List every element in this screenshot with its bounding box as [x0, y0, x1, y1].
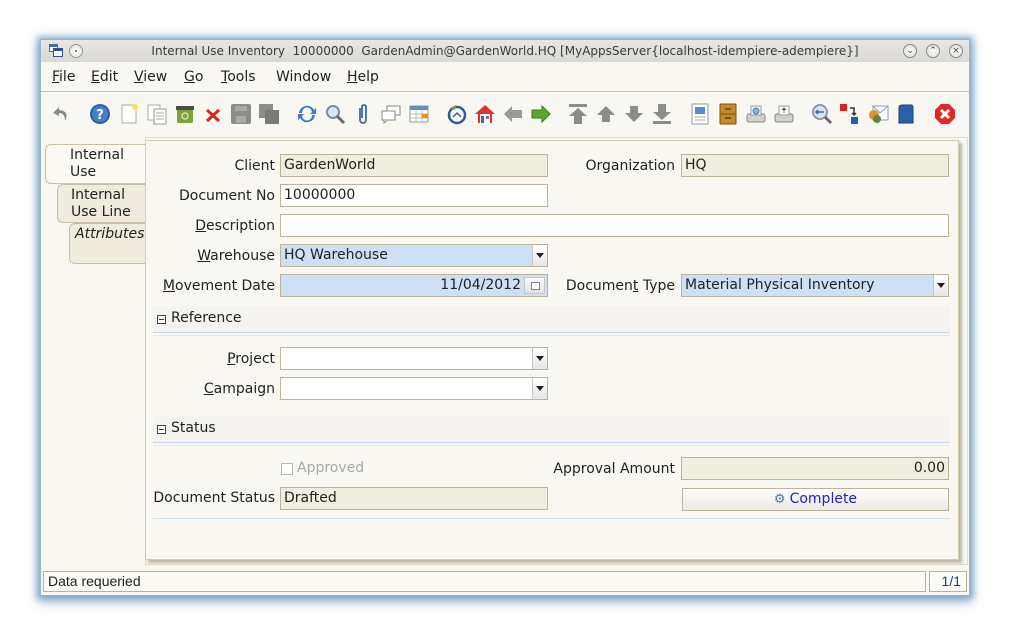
chevron-down-icon[interactable]	[532, 348, 547, 369]
find-icon[interactable]	[323, 102, 347, 126]
document-no-label: Document No	[178, 188, 275, 204]
menu-help[interactable]: Help	[347, 69, 379, 85]
app-window: Internal Use Inventory 10000000 GardenAd…	[40, 39, 970, 596]
print-preview-icon[interactable]	[744, 102, 768, 126]
approval-amount-label: Approval Amount	[553, 461, 675, 477]
gear-icon: ⚙	[773, 492, 786, 507]
movement-date-field[interactable]: 11/04/2012	[280, 274, 548, 297]
status-separator	[153, 518, 950, 519]
campaign-select[interactable]	[280, 377, 548, 400]
last-record-icon[interactable]	[650, 102, 674, 126]
menu-view[interactable]: View	[134, 69, 167, 85]
document-no-field[interactable]: 10000000	[280, 184, 548, 207]
window-title: Internal Use Inventory 10000000 GardenAd…	[151, 44, 859, 58]
workflow-icon[interactable]	[838, 102, 862, 126]
report-icon[interactable]	[688, 102, 712, 126]
toolbar: ?	[41, 93, 969, 137]
title-bar: Internal Use Inventory 10000000 GardenAd…	[41, 40, 969, 62]
record-count[interactable]: 1/1	[929, 571, 967, 592]
tab-internal-use-line[interactable]: Internal Use Line	[57, 184, 146, 223]
copy-record-icon[interactable]	[145, 102, 169, 126]
attachment-icon[interactable]	[351, 102, 375, 126]
close-button[interactable]: ×	[949, 44, 963, 58]
status-section-header[interactable]: Status	[153, 416, 950, 446]
chat-icon[interactable]	[379, 102, 403, 126]
maximize-button[interactable]: ⌃	[926, 44, 940, 58]
save-icon[interactable]	[229, 102, 253, 126]
reference-section-header[interactable]: Reference	[153, 306, 950, 336]
document-status-label: Document Status	[153, 490, 275, 506]
warehouse-select[interactable]: HQ Warehouse	[280, 244, 548, 267]
first-record-icon[interactable]	[566, 102, 590, 126]
approved-label: Approved	[297, 460, 365, 476]
history-icon[interactable]	[445, 102, 469, 126]
parent-record-icon[interactable]	[594, 102, 618, 126]
minimize-button[interactable]: ⌄	[903, 44, 917, 58]
calendar-icon[interactable]	[524, 277, 545, 294]
menu-edit[interactable]: Edit	[91, 69, 118, 85]
campaign-label: Campaign	[203, 381, 275, 397]
menu-file[interactable]: File	[52, 69, 75, 85]
print-icon[interactable]	[772, 102, 796, 126]
svg-text:?: ?	[96, 108, 104, 123]
tab-attributes[interactable]: Attributes	[69, 223, 146, 264]
undo-icon[interactable]	[50, 102, 74, 126]
chevron-down-icon[interactable]	[933, 275, 948, 296]
previous-record-icon[interactable]	[501, 102, 525, 126]
delete-icon[interactable]	[173, 102, 197, 126]
chevron-down-icon[interactable]	[532, 245, 547, 266]
client-label: Client	[234, 158, 275, 174]
project-label: Project	[227, 351, 275, 367]
description-field[interactable]	[280, 214, 949, 237]
grid-toggle-icon[interactable]	[407, 102, 431, 126]
help-icon[interactable]: ?	[88, 102, 112, 126]
project-select[interactable]	[280, 347, 548, 370]
home-icon[interactable]	[473, 102, 497, 126]
approved-checkbox[interactable]	[281, 463, 293, 475]
detail-record-icon[interactable]	[622, 102, 646, 126]
request-icon[interactable]	[866, 102, 890, 126]
save-new-icon[interactable]	[257, 102, 281, 126]
approval-amount-field[interactable]: 0.00	[681, 457, 949, 480]
collapse-icon[interactable]	[157, 315, 166, 324]
collapse-icon[interactable]	[157, 425, 166, 434]
document-type-select[interactable]: Material Physical Inventory	[681, 274, 949, 297]
movement-date-label: Movement Date	[162, 278, 275, 294]
next-record-icon[interactable]	[529, 102, 553, 126]
new-record-icon[interactable]	[117, 102, 141, 126]
organization-label: Organization	[585, 158, 675, 174]
delete-selection-icon[interactable]	[201, 102, 225, 126]
client-field[interactable]: GardenWorld	[280, 154, 548, 177]
menu-window[interactable]: Window	[276, 69, 331, 85]
tab-internal-use[interactable]: Internal Use	[45, 144, 146, 184]
zoom-across-icon[interactable]	[810, 102, 834, 126]
close-window-icon[interactable]	[933, 102, 957, 126]
chevron-down-icon[interactable]	[532, 378, 547, 399]
document-type-label: Document Type	[565, 278, 675, 294]
description-label: Description	[195, 218, 275, 234]
document-status-field[interactable]: Drafted	[280, 487, 548, 510]
product-info-icon[interactable]	[894, 102, 918, 126]
status-message: Data requeried	[43, 571, 926, 592]
menu-bar: File Edit View Go Tools Window Help	[41, 63, 969, 92]
menu-go[interactable]: Go	[184, 69, 203, 85]
warehouse-label: Warehouse	[197, 248, 275, 264]
archive-icon[interactable]	[716, 102, 740, 126]
refresh-icon[interactable]	[295, 102, 319, 126]
menu-tools[interactable]: Tools	[221, 69, 256, 85]
organization-field[interactable]: HQ	[681, 154, 949, 177]
complete-button[interactable]: ⚙ Complete	[682, 488, 949, 511]
